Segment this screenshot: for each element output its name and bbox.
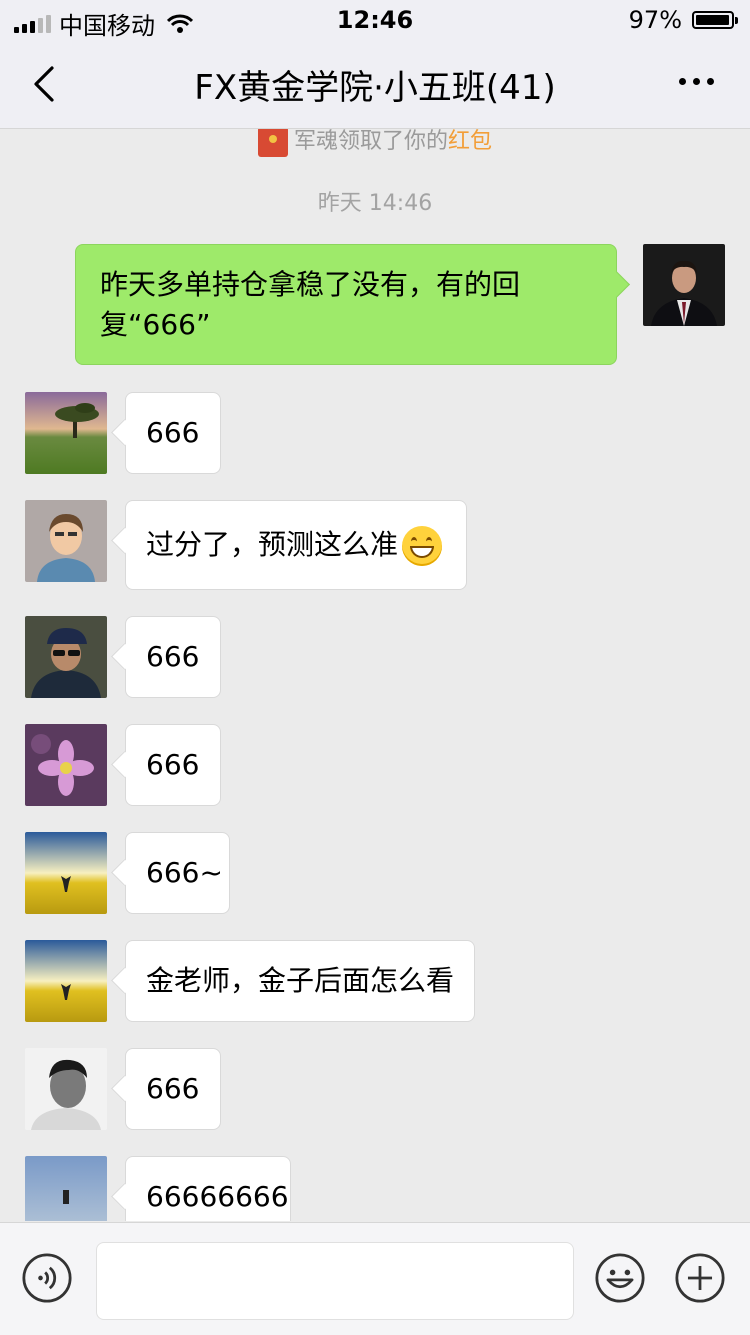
message-bubble[interactable]: 666 [125, 392, 221, 474]
message-other: 666~ [0, 832, 750, 914]
avatar[interactable] [643, 244, 725, 326]
message-text: 666 [146, 748, 200, 781]
message-text: 666 [146, 1072, 200, 1105]
voice-icon[interactable] [22, 1253, 72, 1303]
avatar[interactable] [25, 940, 107, 1022]
avatar[interactable] [25, 616, 107, 698]
input-bar [0, 1222, 750, 1335]
system-note: 军魂领取了你的红包 [0, 129, 750, 157]
status-bar: 中国移动 12:46 97% [0, 0, 750, 40]
message-text: 昨天多单持仓拿稳了没有，有的回复“666” [100, 268, 521, 341]
avatar[interactable] [25, 1048, 107, 1130]
avatar[interactable] [25, 832, 107, 914]
message-bubble[interactable]: 昨天多单持仓拿稳了没有，有的回复“666” [75, 244, 617, 365]
message-text: 666~ [146, 856, 223, 889]
message-text: 666 [146, 640, 200, 673]
emoji-icon[interactable] [595, 1253, 645, 1303]
red-packet-icon [257, 129, 288, 157]
message-other: 666 [0, 1048, 750, 1130]
battery-percent: 97% [628, 6, 682, 34]
timestamp: 昨天 14:46 [317, 191, 433, 216]
message-input[interactable] [96, 1242, 574, 1320]
message-bubble[interactable]: 666 [125, 616, 221, 698]
message-text: 金老师，金子后面怎么看 [146, 964, 455, 997]
message-bubble[interactable]: 过分了，预测这么准 [125, 500, 467, 590]
message-other: 金老师，金子后面怎么看 [0, 940, 750, 1022]
message-other: 66666666 [0, 1156, 750, 1221]
grinning-face-icon [402, 526, 443, 566]
message-bubble[interactable]: 66666666 [125, 1156, 291, 1221]
message-bubble[interactable]: 666~ [125, 832, 230, 914]
message-text: 过分了，预测这么准 [146, 528, 399, 561]
avatar[interactable] [25, 392, 107, 474]
chat-title: FX黄金学院·小五班(41) [194, 68, 556, 108]
message-other: 666 [0, 724, 750, 806]
avatar[interactable] [25, 724, 107, 806]
more-dots-icon[interactable] [679, 78, 714, 85]
red-packet-link[interactable]: 红包 [448, 129, 492, 154]
message-other: 666 [0, 392, 750, 474]
message-self: 昨天多单持仓拿稳了没有，有的回复“666” [0, 244, 750, 369]
message-other: 666 [0, 616, 750, 698]
message-other: 过分了，预测这么准 [0, 500, 750, 590]
message-bubble[interactable]: 666 [125, 724, 221, 806]
message-bubble[interactable]: 金老师，金子后面怎么看 [125, 940, 475, 1022]
nav-bar: FX黄金学院·小五班(41) [0, 40, 750, 129]
battery-icon [692, 11, 738, 29]
status-right: 97% [628, 6, 738, 34]
message-text: 66666666 [146, 1180, 289, 1213]
message-text: 666 [146, 416, 200, 449]
avatar[interactable] [25, 500, 107, 582]
chat-area[interactable]: 军魂领取了你的红包 昨天 14:46 昨天多单持仓拿稳了没有，有的回复“666” [0, 129, 750, 1221]
avatar[interactable] [25, 1156, 107, 1221]
system-note-text: 军魂领取了你的 [293, 129, 448, 154]
message-bubble[interactable]: 666 [125, 1048, 221, 1130]
plus-icon[interactable] [675, 1253, 725, 1303]
